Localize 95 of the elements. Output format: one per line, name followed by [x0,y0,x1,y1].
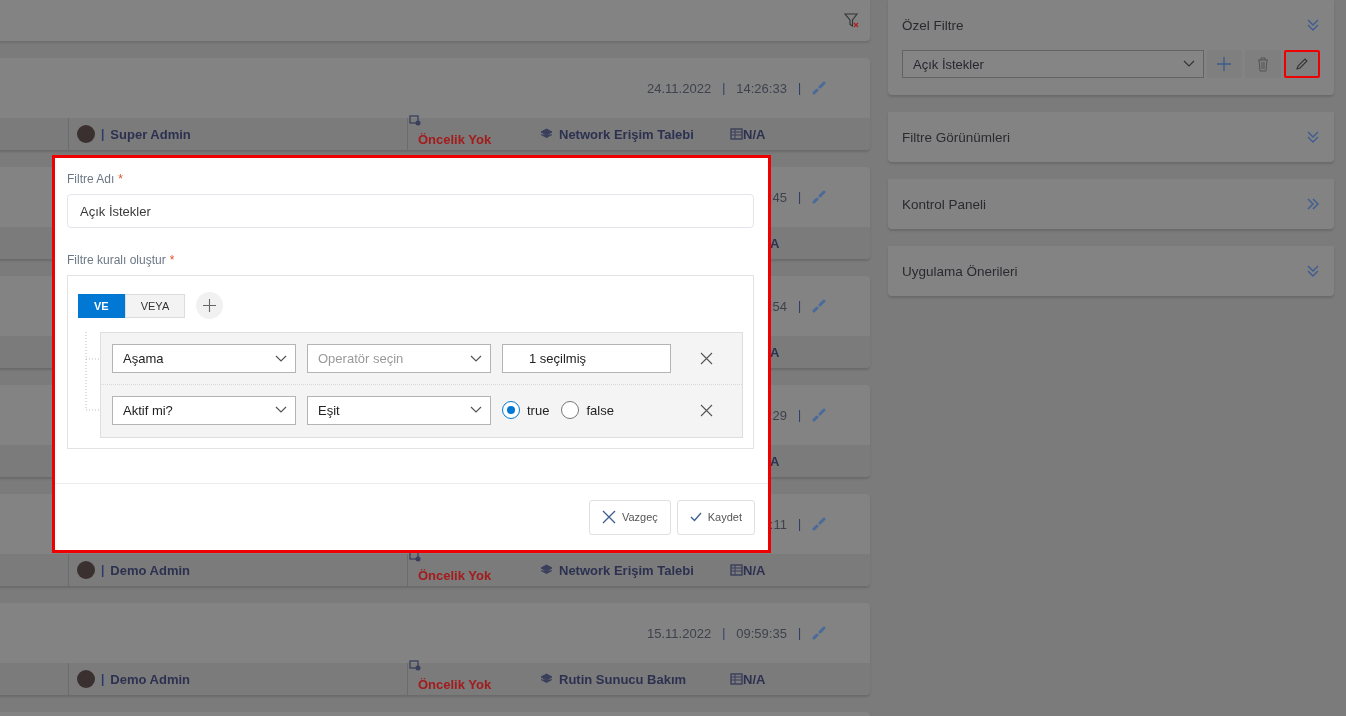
link-icon[interactable] [812,299,826,313]
separator: | [101,127,105,141]
separator: | [101,672,105,686]
request-type: Network Erişim Talebi [559,562,694,578]
time-text: 09:59:35 [736,625,787,641]
plus-icon [1216,56,1233,72]
close-icon [699,403,713,417]
chevron-down-icon [275,406,287,414]
panel-title[interactable]: Uygulama Önerileri [902,263,1018,279]
separator: | [797,408,801,422]
check-icon [689,512,702,522]
time-text: :29 [768,407,787,423]
layers-icon [540,673,553,685]
combinator-tab[interactable]: VE [78,293,125,318]
time-text: 14:26:33 [736,80,787,96]
separator: | [797,81,801,95]
avatar-icon [77,670,95,688]
request-type: Rutin Sunucu Bakım [559,671,687,687]
double-chevron-down-icon[interactable] [1306,264,1320,278]
priority-text: Öncelik Yok [418,132,492,147]
code-text: A [770,344,780,360]
code-text: N/A [743,562,766,578]
layers-icon [540,564,553,576]
field-select[interactable]: Aşama [112,344,296,373]
code-text: A [770,453,780,469]
add-rule-button[interactable] [196,292,224,319]
separator: | [722,81,726,95]
user-name: Demo Admin [110,562,191,578]
add-button[interactable] [1206,50,1243,78]
date-text: 15.11.2022 [647,625,712,641]
chevron-down-icon [275,354,287,363]
link-icon[interactable] [812,626,826,640]
avatar-icon [77,125,95,143]
date-text: 24.11.2022 [647,80,712,96]
double-chevron-down-icon[interactable] [1306,18,1320,32]
table-icon [730,673,743,685]
field-label: Filtre Adı [67,172,115,186]
chevron-down-icon [1182,60,1195,68]
required-mark: * [118,172,124,186]
separator: | [722,626,726,640]
user-name: Super Admin [110,126,191,142]
request-type: Network Erişim Talebi [559,126,694,142]
priority-text: Öncelik Yok [418,568,492,583]
separator: | [797,517,801,531]
field-label: Filtre kuralı oluştur [67,253,166,267]
close-icon [699,352,713,365]
operator-select[interactable]: Eşit [307,395,491,425]
edit-button[interactable] [1284,50,1320,78]
user-name: Demo Admin [110,671,191,687]
separator: | [797,190,801,204]
field-select[interactable]: Aktif mi? [112,395,296,425]
avatar-icon [77,561,95,579]
save-button[interactable]: Kaydet [676,499,755,535]
time-text: :45 [768,189,787,205]
panel-title[interactable]: Özel Filtre [902,17,964,33]
double-chevron-down-icon[interactable] [1306,130,1320,144]
calendar-icon [409,114,421,126]
filter-clear-icon[interactable] [844,12,860,29]
panel-title[interactable]: Filtre Görünümleri [902,129,1011,145]
value-field[interactable]: 1 seçilmiş [502,344,671,373]
code-text: N/A [743,671,766,687]
link-icon[interactable] [812,408,826,422]
code-text: A [770,235,780,251]
calendar-icon [409,659,421,671]
cancel-button[interactable]: Vazgeç [588,499,671,535]
link-icon[interactable] [812,517,826,531]
filter-name-field[interactable]: Açık İstekler [67,194,754,228]
table-icon [730,128,743,140]
delete-button[interactable] [1245,50,1282,78]
radio-button[interactable] [561,401,580,419]
combinator-tab[interactable]: VEYA [124,293,186,318]
filter-select[interactable]: Açık İstekler [902,50,1204,78]
layers-icon [540,128,553,140]
priority-text: Öncelik Yok [418,677,492,692]
link-icon[interactable] [812,190,826,204]
trash-icon [1257,56,1270,72]
panel-title[interactable]: Kontrol Paneli [902,196,987,212]
radio-option[interactable]: false [561,401,614,419]
required-mark: * [169,253,175,267]
separator: | [101,563,105,577]
link-icon[interactable] [812,81,826,95]
table-icon [730,564,743,576]
plus-icon [202,298,218,313]
chevron-down-icon [470,406,482,414]
chevron-down-icon [470,354,482,363]
separator: | [797,626,801,640]
double-chevron-right-icon[interactable] [1306,197,1320,211]
code-text: N/A [743,126,766,142]
radio-button[interactable] [502,401,520,419]
pencil-icon [1295,57,1310,71]
close-icon [601,510,616,524]
time-text: :54 [768,298,787,314]
separator: | [797,299,801,313]
radio-option[interactable]: true [502,401,550,419]
time-text: :11 [769,516,787,532]
